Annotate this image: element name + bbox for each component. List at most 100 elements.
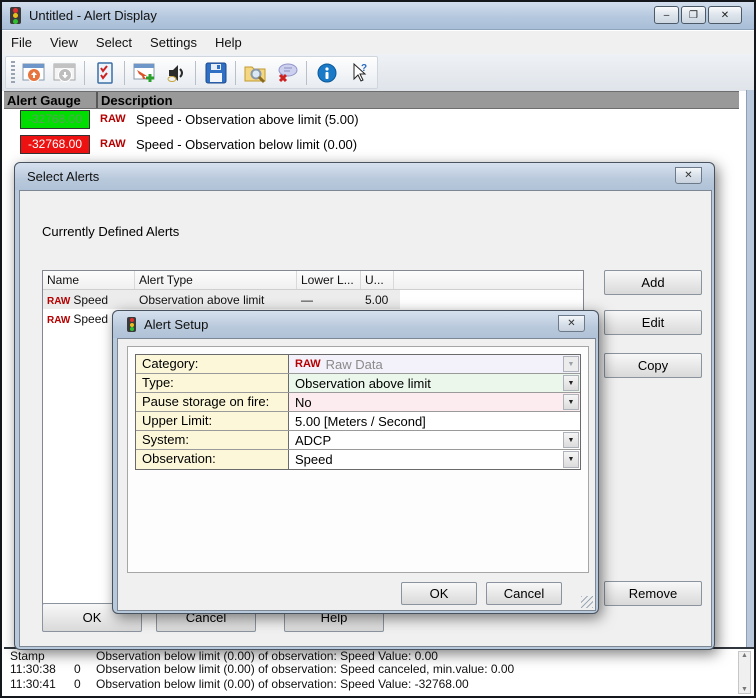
row-lower: — <box>297 293 361 307</box>
remove-button[interactable]: Remove <box>604 581 702 606</box>
col-upper-limit[interactable]: U... <box>361 271 394 289</box>
toolbar: ? <box>2 54 754 91</box>
find-icon[interactable] <box>240 58 271 87</box>
chevron-down-icon[interactable]: ▼ <box>563 451 579 468</box>
log-scrollbar[interactable]: ▲ ▼ <box>738 651 751 694</box>
column-header-description[interactable]: Description <box>98 92 176 108</box>
row-category: RAW <box>47 315 70 326</box>
form-row-type: Type: Observation above limit ▼ <box>136 374 580 393</box>
maximize-button[interactable]: ❐ <box>681 6 706 24</box>
ok-button[interactable]: OK <box>401 582 477 605</box>
col-alert-type[interactable]: Alert Type <box>135 271 297 289</box>
col-filler <box>394 271 583 289</box>
svg-text:?: ? <box>361 63 367 74</box>
log-row: 11:30:38 0 Observation below limit (0.00… <box>4 662 734 676</box>
toolbar-separator <box>235 61 236 85</box>
message-log[interactable]: Stamp Observation below limit (0.00) of … <box>4 647 754 696</box>
copy-button[interactable]: Copy <box>604 353 702 378</box>
type-label: Type: <box>136 374 289 392</box>
alert-setup-client: Category: RAW Raw Data ▼ Type: Observati… <box>117 338 596 611</box>
close-button[interactable]: ✕ <box>708 6 742 24</box>
minimize-button[interactable]: – <box>654 6 679 24</box>
form-row-pause-storage: Pause storage on fire: No ▼ <box>136 393 580 412</box>
log-row: Stamp Observation below limit (0.00) of … <box>4 649 734 663</box>
edit-button[interactable]: Edit <box>604 310 702 335</box>
main-titlebar: Untitled - Alert Display – ❐ ✕ <box>2 2 754 30</box>
lower-alerts-icon[interactable] <box>49 58 80 87</box>
alert-setup-dialog: Alert Setup ✕ Category: RAW Raw Data ▼ T… <box>112 310 599 614</box>
column-header-alert-gauge[interactable]: Alert Gauge <box>4 92 98 108</box>
form-row-observation: Observation: Speed ▼ <box>136 450 580 469</box>
row-category: RAW <box>47 296 70 307</box>
select-alerts-title: Select Alerts <box>27 169 99 184</box>
gauge-value-red: -32768.00 <box>20 135 90 154</box>
menu-file[interactable]: File <box>2 32 41 53</box>
observation-select[interactable]: Speed ▼ <box>289 450 580 469</box>
log-code: 0 <box>74 677 81 691</box>
category-badge: RAW <box>100 113 126 125</box>
cancel-button[interactable]: Cancel <box>486 582 562 605</box>
upper-limit-input[interactable]: 5.00 [Meters / Second] <box>289 412 580 430</box>
select-alerts-close-button[interactable]: ✕ <box>675 167 702 184</box>
context-help-icon[interactable]: ? <box>342 58 373 87</box>
row-name: Speed <box>73 293 108 307</box>
currently-defined-alerts-label: Currently Defined Alerts <box>42 224 179 239</box>
scroll-down-icon[interactable]: ▼ <box>741 686 748 693</box>
pause-storage-select[interactable]: No ▼ <box>289 393 580 411</box>
log-row: 11:30:41 0 Observation below limit (0.00… <box>4 677 734 691</box>
alert-list-header: Alert Gauge Description <box>4 91 739 109</box>
alerts-table-header: Name Alert Type Lower L... U... <box>43 271 583 290</box>
menu-view[interactable]: View <box>41 32 87 53</box>
table-row[interactable]: RAWSpeed Observation above limit — 5.00 <box>43 290 400 309</box>
upper-limit-label: Upper Limit: <box>136 412 289 430</box>
col-name[interactable]: Name <box>43 271 135 289</box>
add-button[interactable]: Add <box>604 270 702 295</box>
toolbar-separator <box>84 61 85 85</box>
alert-checklist-icon[interactable] <box>89 58 120 87</box>
category-badge: RAW <box>100 138 126 150</box>
row-name: Speed <box>73 312 108 326</box>
log-stamp: Stamp <box>10 649 45 663</box>
chevron-down-icon[interactable]: ▼ <box>563 375 579 391</box>
menubar: File View Select Settings Help <box>2 31 754 54</box>
alert-setup-titlebar[interactable]: Alert Setup <box>113 311 598 338</box>
info-icon[interactable] <box>311 58 342 87</box>
menu-settings[interactable]: Settings <box>141 32 206 53</box>
system-select[interactable]: ADCP ▼ <box>289 431 580 449</box>
observation-label: Observation: <box>136 450 289 469</box>
toolbar-separator <box>306 61 307 85</box>
clear-messages-icon[interactable] <box>271 58 302 87</box>
sound-icon[interactable] <box>160 58 191 87</box>
alert-description: Speed - Observation below limit (0.00) <box>136 137 636 152</box>
form-row-upper-limit: Upper Limit: 5.00 [Meters / Second] <box>136 412 580 431</box>
toolbar-separator <box>124 61 125 85</box>
save-icon[interactable] <box>200 58 231 87</box>
log-code: 0 <box>74 662 81 676</box>
type-select[interactable]: Observation above limit ▼ <box>289 374 580 392</box>
log-stamp: 11:30:41 <box>10 677 56 691</box>
select-alerts-titlebar[interactable]: Select Alerts <box>15 163 714 190</box>
traffic-light-icon <box>10 7 21 24</box>
col-lower-limit[interactable]: Lower L... <box>297 271 361 289</box>
alert-setup-form: Category: RAW Raw Data ▼ Type: Observati… <box>135 354 581 470</box>
log-message: Observation below limit (0.00) of observ… <box>96 662 514 676</box>
chevron-down-icon[interactable]: ▼ <box>563 394 579 410</box>
category-raw-badge: RAW <box>295 358 321 370</box>
raise-alerts-icon[interactable] <box>18 58 49 87</box>
chevron-down-icon[interactable]: ▼ <box>563 432 579 448</box>
alert-setup-panel: Category: RAW Raw Data ▼ Type: Observati… <box>127 346 589 573</box>
scroll-up-icon[interactable]: ▲ <box>741 652 748 659</box>
alert-setup-close-button[interactable]: ✕ <box>558 315 585 332</box>
log-message: Observation below limit (0.00) of observ… <box>96 649 438 663</box>
category-value[interactable]: RAW Raw Data ▼ <box>289 355 580 373</box>
add-alert-icon[interactable] <box>129 58 160 87</box>
alert-setup-title: Alert Setup <box>144 317 208 332</box>
log-message: Observation below limit (0.00) of observ… <box>96 677 469 691</box>
resize-grip[interactable] <box>581 596 593 608</box>
log-stamp: 11:30:38 <box>10 662 56 676</box>
category-label: Category: <box>136 355 289 373</box>
menu-select[interactable]: Select <box>87 32 141 53</box>
toolbar-gripper[interactable] <box>11 61 15 85</box>
menu-help[interactable]: Help <box>206 32 251 53</box>
window-title: Untitled - Alert Display <box>29 8 157 23</box>
